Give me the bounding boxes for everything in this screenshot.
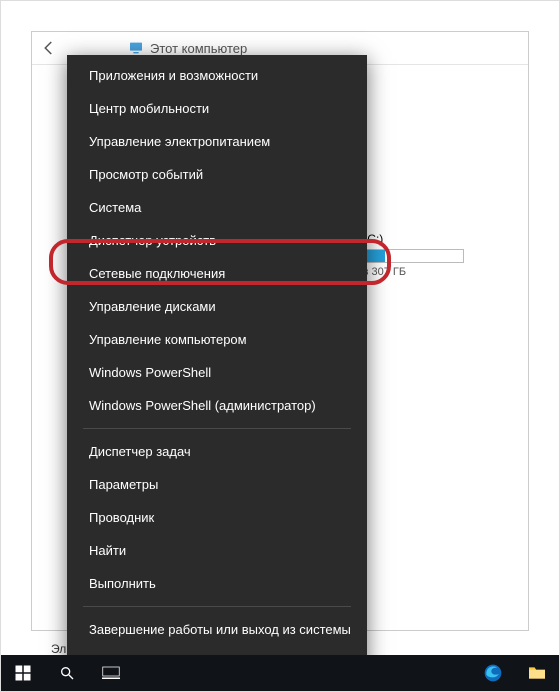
screenshot-frame: Этот компьютер иск (C:) но из 307 ГБ Эл …: [0, 0, 560, 692]
winx-item-b-1[interactable]: Параметры: [67, 468, 367, 501]
winx-item-label: Windows PowerShell (администратор): [89, 398, 316, 413]
winx-menu: Приложения и возможности Центр мобильност…: [67, 55, 367, 683]
winx-item-a-5[interactable]: Диспетчер устройств: [67, 224, 367, 257]
winx-item-label: Просмотр событий: [89, 167, 203, 182]
edge-taskbar-button[interactable]: [471, 655, 515, 691]
winx-item-b-0[interactable]: Диспетчер задач: [67, 435, 367, 468]
winx-item-label: Диспетчер устройств: [89, 233, 216, 248]
explorer-title: Этот компьютер: [150, 41, 247, 56]
winx-item-a-1[interactable]: Центр мобильности: [67, 92, 367, 125]
winx-item-a-8[interactable]: Управление компьютером: [67, 323, 367, 356]
winx-item-a-9[interactable]: Windows PowerShell: [67, 356, 367, 389]
menu-separator: [83, 606, 351, 607]
folder-icon: [527, 665, 547, 681]
winx-item-label: Найти: [89, 543, 126, 558]
search-button[interactable]: [45, 655, 89, 691]
menu-separator: [83, 428, 351, 429]
winx-item-label: Завершение работы или выход из системы: [89, 622, 351, 637]
winx-item-label: Выполнить: [89, 576, 156, 591]
winx-item-b-2[interactable]: Проводник: [67, 501, 367, 534]
status-bar-text: Эл: [51, 642, 66, 656]
winx-item-label: Параметры: [89, 477, 158, 492]
winx-item-label: Управление дисками: [89, 299, 216, 314]
back-arrow-icon[interactable]: [40, 39, 58, 57]
winx-item-label: Windows PowerShell: [89, 365, 211, 380]
winx-item-a-10[interactable]: Windows PowerShell (администратор): [67, 389, 367, 422]
winx-item-label: Проводник: [89, 510, 154, 525]
explorer-taskbar-button[interactable]: [515, 655, 559, 691]
winx-item-label: Управление электропитанием: [89, 134, 270, 149]
winx-item-label: Система: [89, 200, 141, 215]
search-icon: [59, 665, 75, 681]
winx-item-label: Центр мобильности: [89, 101, 209, 116]
winx-item-b-4[interactable]: Выполнить: [67, 567, 367, 600]
winx-item-label: Сетевые подключения: [89, 266, 225, 281]
winx-item-a-0[interactable]: Приложения и возможности: [67, 59, 367, 92]
winx-item-c-0[interactable]: Завершение работы или выход из системы: [67, 613, 367, 646]
winx-item-a-2[interactable]: Управление электропитанием: [67, 125, 367, 158]
winx-item-a-3[interactable]: Просмотр событий: [67, 158, 367, 191]
winx-item-b-3[interactable]: Найти: [67, 534, 367, 567]
winx-item-a-6[interactable]: Сетевые подключения: [67, 257, 367, 290]
winx-item-label: Диспетчер задач: [89, 444, 191, 459]
edge-icon: [483, 663, 503, 683]
task-view-button[interactable]: [89, 655, 133, 691]
winx-item-label: Приложения и возможности: [89, 68, 258, 83]
windows-logo-icon: [14, 664, 32, 682]
taskbar: [1, 655, 559, 691]
start-button[interactable]: [1, 655, 45, 691]
this-pc-icon: [128, 40, 144, 56]
task-view-icon: [102, 666, 120, 680]
winx-item-label: Управление компьютером: [89, 332, 247, 347]
winx-item-a-7[interactable]: Управление дисками: [67, 290, 367, 323]
winx-item-a-4[interactable]: Система: [67, 191, 367, 224]
